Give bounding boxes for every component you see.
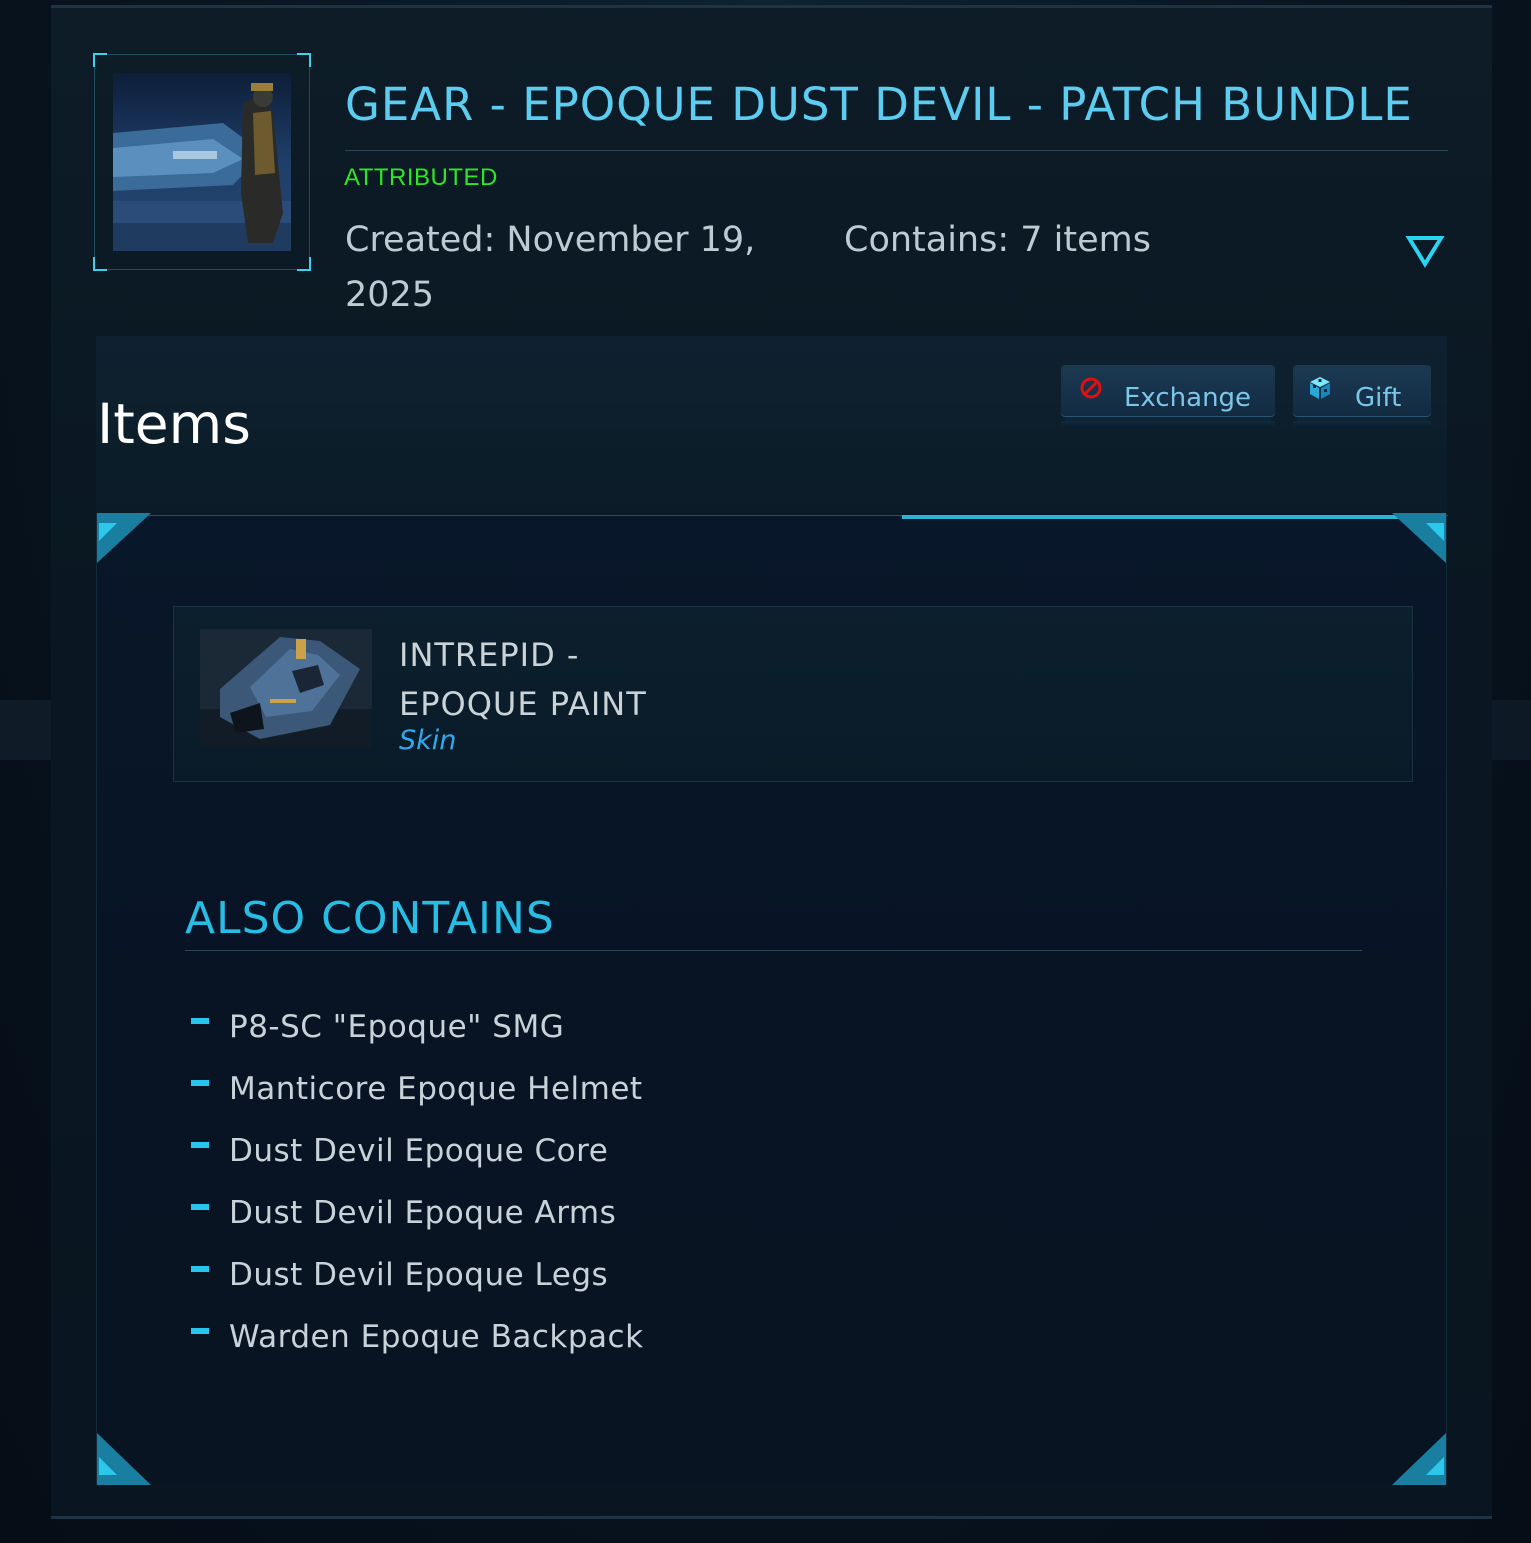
chevron-down-triangle-icon	[1405, 236, 1445, 268]
exchange-label: Exchange	[1124, 383, 1252, 413]
featured-item-type: Skin	[399, 725, 457, 756]
prohibited-icon	[1078, 375, 1104, 401]
featured-item-card[interactable]: INTREPID - EPOQUE PAINT Skin	[173, 606, 1413, 782]
created-date: Created: November 19, 2025	[345, 220, 756, 315]
items-section-header	[96, 336, 1447, 518]
frame-corner	[93, 257, 107, 271]
contains-count: Contains: 7 items	[844, 220, 1151, 260]
frame-corner	[297, 257, 311, 271]
list-item: Manticore Epoque Helmet	[189, 1071, 644, 1133]
list-item: Warden Epoque Backpack	[189, 1319, 644, 1381]
panel-accent-bar	[902, 515, 1422, 519]
gift-label: Gift	[1355, 383, 1402, 413]
pledge-card: GEAR - EPOQUE DUST DEVIL - PATCH BUNDLE …	[51, 5, 1492, 1519]
dash-bullet-icon	[191, 1018, 209, 1024]
list-item-label: Dust Devil Epoque Legs	[229, 1257, 609, 1293]
list-item: Dust Devil Epoque Legs	[189, 1257, 644, 1319]
gift-box-icon	[1307, 375, 1333, 401]
frame-corner	[93, 53, 107, 67]
list-item-label: Warden Epoque Backpack	[229, 1319, 644, 1355]
dash-bullet-icon	[191, 1266, 209, 1272]
dash-bullet-icon	[191, 1080, 209, 1086]
panel-corner-top-left	[97, 513, 151, 563]
list-item-label: Manticore Epoque Helmet	[229, 1071, 643, 1107]
list-item-label: Dust Devil Epoque Core	[229, 1133, 609, 1169]
dash-bullet-icon	[191, 1328, 209, 1334]
items-content-panel: INTREPID - EPOQUE PAINT Skin ALSO CONTAI…	[96, 513, 1448, 1485]
dash-bullet-icon	[191, 1204, 209, 1210]
status-badge: ATTRIBUTED	[344, 164, 498, 191]
list-item: Dust Devil Epoque Arms	[189, 1195, 644, 1257]
list-item: P8-SC "Epoque" SMG	[189, 1009, 644, 1071]
frame-corner	[297, 53, 311, 67]
list-item-label: Dust Devil Epoque Arms	[229, 1195, 617, 1231]
also-contains-divider	[185, 950, 1362, 951]
list-item-label: P8-SC "Epoque" SMG	[229, 1009, 565, 1045]
bundle-thumbnail-frame	[93, 53, 311, 271]
panel-corner-top-right	[1392, 513, 1446, 563]
title-divider	[345, 150, 1448, 151]
panel-corner-bottom-right	[1392, 1433, 1446, 1485]
exchange-button[interactable]: Exchange	[1061, 365, 1275, 427]
page: GEAR - EPOQUE DUST DEVIL - PATCH BUNDLE …	[0, 0, 1531, 1543]
also-contains-heading: ALSO CONTAINS	[185, 893, 555, 944]
panel-corner-bottom-left	[97, 1433, 151, 1485]
list-item: Dust Devil Epoque Core	[189, 1133, 644, 1195]
expand-toggle-button[interactable]	[1405, 230, 1445, 270]
gift-button[interactable]: Gift	[1293, 365, 1431, 427]
featured-item-name: INTREPID - EPOQUE PAINT	[399, 636, 647, 723]
also-contains-list: P8-SC "Epoque" SMG Manticore Epoque Helm…	[189, 1009, 644, 1381]
bundle-title: GEAR - EPOQUE DUST DEVIL - PATCH BUNDLE	[345, 78, 1413, 131]
dash-bullet-icon	[191, 1142, 209, 1148]
items-heading: Items	[97, 392, 251, 456]
bundle-thumbnail-image	[113, 73, 291, 251]
featured-item-thumbnail	[200, 629, 372, 747]
